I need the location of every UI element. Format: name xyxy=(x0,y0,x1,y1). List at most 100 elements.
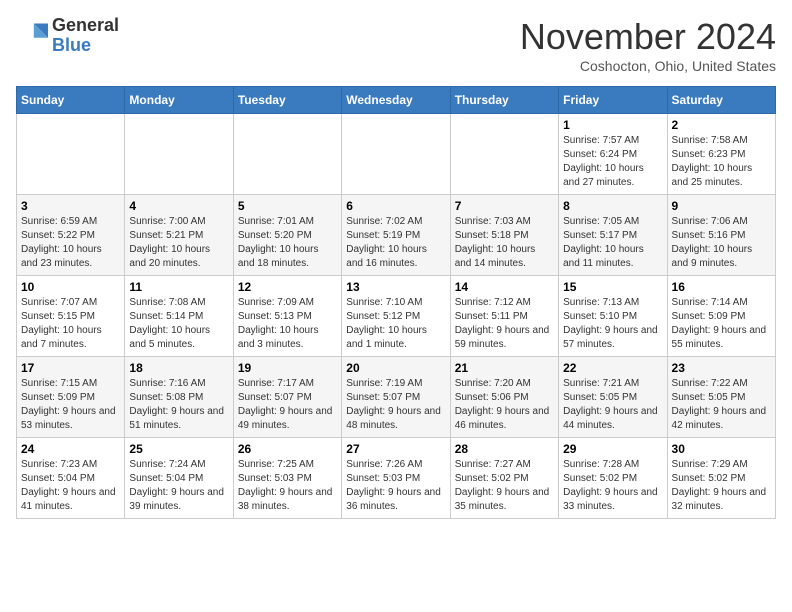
calendar-cell: 18 Sunrise: 7:16 AM Sunset: 5:08 PM Dayli… xyxy=(125,357,233,438)
calendar-cell: 2Sunrise: 7:58 AM Sunset: 6:23 PM Daylig… xyxy=(667,114,775,195)
day-number: 20 xyxy=(346,361,445,375)
calendar-body: 1 Sunrise: 7:57 AM Sunset: 6:24 PM Daylig… xyxy=(17,114,776,519)
calendar-cell: 24Sunrise: 7:23 AM Sunset: 5:04 PM Dayli… xyxy=(17,438,125,519)
day-info: Sunrise: 7:00 AM Sunset: 5:21 PM Dayligh… xyxy=(129,215,228,271)
day-info: Sunrise: 7:16 AM Sunset: 5:08 PM Dayligh… xyxy=(129,377,228,433)
page-header: General Blue November 2024 Coshocton, Oh… xyxy=(16,16,776,74)
day-number: 23 xyxy=(672,361,771,375)
day-info: Sunrise: 7:05 AM Sunset: 5:17 PM Dayligh… xyxy=(563,215,662,271)
calendar-cell: 1 Sunrise: 7:57 AM Sunset: 6:24 PM Daylig… xyxy=(559,114,667,195)
day-number: 19 xyxy=(238,361,337,375)
calendar-week-1: 1 Sunrise: 7:57 AM Sunset: 6:24 PM Daylig… xyxy=(17,114,776,195)
logo: General Blue xyxy=(16,16,119,56)
day-info: Sunrise: 7:28 AM Sunset: 5:02 PM Dayligh… xyxy=(563,458,662,514)
calendar-cell xyxy=(125,114,233,195)
calendar-cell: 6Sunrise: 7:02 AM Sunset: 5:19 PM Daylig… xyxy=(342,195,450,276)
day-info: Sunrise: 7:13 AM Sunset: 5:10 PM Dayligh… xyxy=(563,296,662,352)
calendar-cell: 15 Sunrise: 7:13 AM Sunset: 5:10 PM Dayli… xyxy=(559,276,667,357)
day-number: 8 xyxy=(563,199,662,213)
calendar-cell: 16 Sunrise: 7:14 AM Sunset: 5:09 PM Dayli… xyxy=(667,276,775,357)
day-header-saturday: Saturday xyxy=(667,87,775,114)
day-info: Sunrise: 7:22 AM Sunset: 5:05 PM Dayligh… xyxy=(672,377,771,433)
day-number: 22 xyxy=(563,361,662,375)
day-number: 28 xyxy=(455,442,554,456)
day-header-sunday: Sunday xyxy=(17,87,125,114)
calendar-table: SundayMondayTuesdayWednesdayThursdayFrid… xyxy=(16,86,776,519)
calendar-cell xyxy=(450,114,558,195)
calendar-header: SundayMondayTuesdayWednesdayThursdayFrid… xyxy=(17,87,776,114)
calendar-cell: 14 Sunrise: 7:12 AM Sunset: 5:11 PM Dayli… xyxy=(450,276,558,357)
calendar-cell xyxy=(233,114,341,195)
day-number: 16 xyxy=(672,280,771,294)
day-number: 13 xyxy=(346,280,445,294)
day-number: 10 xyxy=(21,280,120,294)
logo-line2: Blue xyxy=(52,36,119,56)
day-number: 27 xyxy=(346,442,445,456)
calendar-cell: 9Sunrise: 7:06 AM Sunset: 5:16 PM Daylig… xyxy=(667,195,775,276)
day-info: Sunrise: 7:29 AM Sunset: 5:02 PM Dayligh… xyxy=(672,458,771,514)
location-subtitle: Coshocton, Ohio, United States xyxy=(520,58,776,74)
calendar-cell: 30Sunrise: 7:29 AM Sunset: 5:02 PM Dayli… xyxy=(667,438,775,519)
calendar-week-5: 24Sunrise: 7:23 AM Sunset: 5:04 PM Dayli… xyxy=(17,438,776,519)
day-info: Sunrise: 7:20 AM Sunset: 5:06 PM Dayligh… xyxy=(455,377,554,433)
day-number: 3 xyxy=(21,199,120,213)
calendar-cell: 7 Sunrise: 7:03 AM Sunset: 5:18 PM Daylig… xyxy=(450,195,558,276)
day-number: 7 xyxy=(455,199,554,213)
month-title: November 2024 xyxy=(520,16,776,58)
calendar-cell xyxy=(342,114,450,195)
day-info: Sunrise: 7:23 AM Sunset: 5:04 PM Dayligh… xyxy=(21,458,120,514)
day-header-wednesday: Wednesday xyxy=(342,87,450,114)
day-number: 5 xyxy=(238,199,337,213)
day-header-tuesday: Tuesday xyxy=(233,87,341,114)
day-info: Sunrise: 7:57 AM Sunset: 6:24 PM Dayligh… xyxy=(563,134,662,190)
calendar-cell: 27 Sunrise: 7:26 AM Sunset: 5:03 PM Dayli… xyxy=(342,438,450,519)
day-number: 12 xyxy=(238,280,337,294)
day-info: Sunrise: 7:19 AM Sunset: 5:07 PM Dayligh… xyxy=(346,377,445,433)
day-number: 25 xyxy=(129,442,228,456)
logo-line1: General xyxy=(52,16,119,36)
day-info: Sunrise: 7:10 AM Sunset: 5:12 PM Dayligh… xyxy=(346,296,445,352)
day-number: 11 xyxy=(129,280,228,294)
calendar-cell: 12 Sunrise: 7:09 AM Sunset: 5:13 PM Dayli… xyxy=(233,276,341,357)
calendar-cell: 10 Sunrise: 7:07 AM Sunset: 5:15 PM Dayli… xyxy=(17,276,125,357)
day-info: Sunrise: 7:17 AM Sunset: 5:07 PM Dayligh… xyxy=(238,377,337,433)
calendar-cell: 29Sunrise: 7:28 AM Sunset: 5:02 PM Dayli… xyxy=(559,438,667,519)
day-info: Sunrise: 7:07 AM Sunset: 5:15 PM Dayligh… xyxy=(21,296,120,352)
calendar-cell: 20 Sunrise: 7:19 AM Sunset: 5:07 PM Dayli… xyxy=(342,357,450,438)
calendar-cell: 21 Sunrise: 7:20 AM Sunset: 5:06 PM Dayli… xyxy=(450,357,558,438)
day-info: Sunrise: 7:15 AM Sunset: 5:09 PM Dayligh… xyxy=(21,377,120,433)
day-info: Sunrise: 7:14 AM Sunset: 5:09 PM Dayligh… xyxy=(672,296,771,352)
day-number: 1 xyxy=(563,118,662,132)
day-number: 14 xyxy=(455,280,554,294)
calendar-cell: 11Sunrise: 7:08 AM Sunset: 5:14 PM Dayli… xyxy=(125,276,233,357)
day-header-friday: Friday xyxy=(559,87,667,114)
day-info: Sunrise: 7:24 AM Sunset: 5:04 PM Dayligh… xyxy=(129,458,228,514)
day-info: Sunrise: 7:26 AM Sunset: 5:03 PM Dayligh… xyxy=(346,458,445,514)
calendar-cell: 28 Sunrise: 7:27 AM Sunset: 5:02 PM Dayli… xyxy=(450,438,558,519)
day-number: 15 xyxy=(563,280,662,294)
day-number: 2 xyxy=(672,118,771,132)
calendar-cell: 8 Sunrise: 7:05 AM Sunset: 5:17 PM Daylig… xyxy=(559,195,667,276)
calendar-cell: 22 Sunrise: 7:21 AM Sunset: 5:05 PM Dayli… xyxy=(559,357,667,438)
calendar-cell: 17 Sunrise: 7:15 AM Sunset: 5:09 PM Dayli… xyxy=(17,357,125,438)
day-info: Sunrise: 6:59 AM Sunset: 5:22 PM Dayligh… xyxy=(21,215,120,271)
day-header-monday: Monday xyxy=(125,87,233,114)
day-header-thursday: Thursday xyxy=(450,87,558,114)
day-info: Sunrise: 7:03 AM Sunset: 5:18 PM Dayligh… xyxy=(455,215,554,271)
day-info: Sunrise: 7:21 AM Sunset: 5:05 PM Dayligh… xyxy=(563,377,662,433)
day-number: 17 xyxy=(21,361,120,375)
day-info: Sunrise: 7:06 AM Sunset: 5:16 PM Dayligh… xyxy=(672,215,771,271)
day-number: 18 xyxy=(129,361,228,375)
calendar-cell: 5Sunrise: 7:01 AM Sunset: 5:20 PM Daylig… xyxy=(233,195,341,276)
logo-icon xyxy=(16,20,48,52)
calendar-cell: 25 Sunrise: 7:24 AM Sunset: 5:04 PM Dayli… xyxy=(125,438,233,519)
calendar-cell: 13 Sunrise: 7:10 AM Sunset: 5:12 PM Dayli… xyxy=(342,276,450,357)
title-block: November 2024 Coshocton, Ohio, United St… xyxy=(520,16,776,74)
day-info: Sunrise: 7:09 AM Sunset: 5:13 PM Dayligh… xyxy=(238,296,337,352)
day-info: Sunrise: 7:27 AM Sunset: 5:02 PM Dayligh… xyxy=(455,458,554,514)
day-number: 26 xyxy=(238,442,337,456)
calendar-cell: 3 Sunrise: 6:59 AM Sunset: 5:22 PM Daylig… xyxy=(17,195,125,276)
calendar-cell: 23 Sunrise: 7:22 AM Sunset: 5:05 PM Dayli… xyxy=(667,357,775,438)
day-number: 21 xyxy=(455,361,554,375)
day-info: Sunrise: 7:12 AM Sunset: 5:11 PM Dayligh… xyxy=(455,296,554,352)
